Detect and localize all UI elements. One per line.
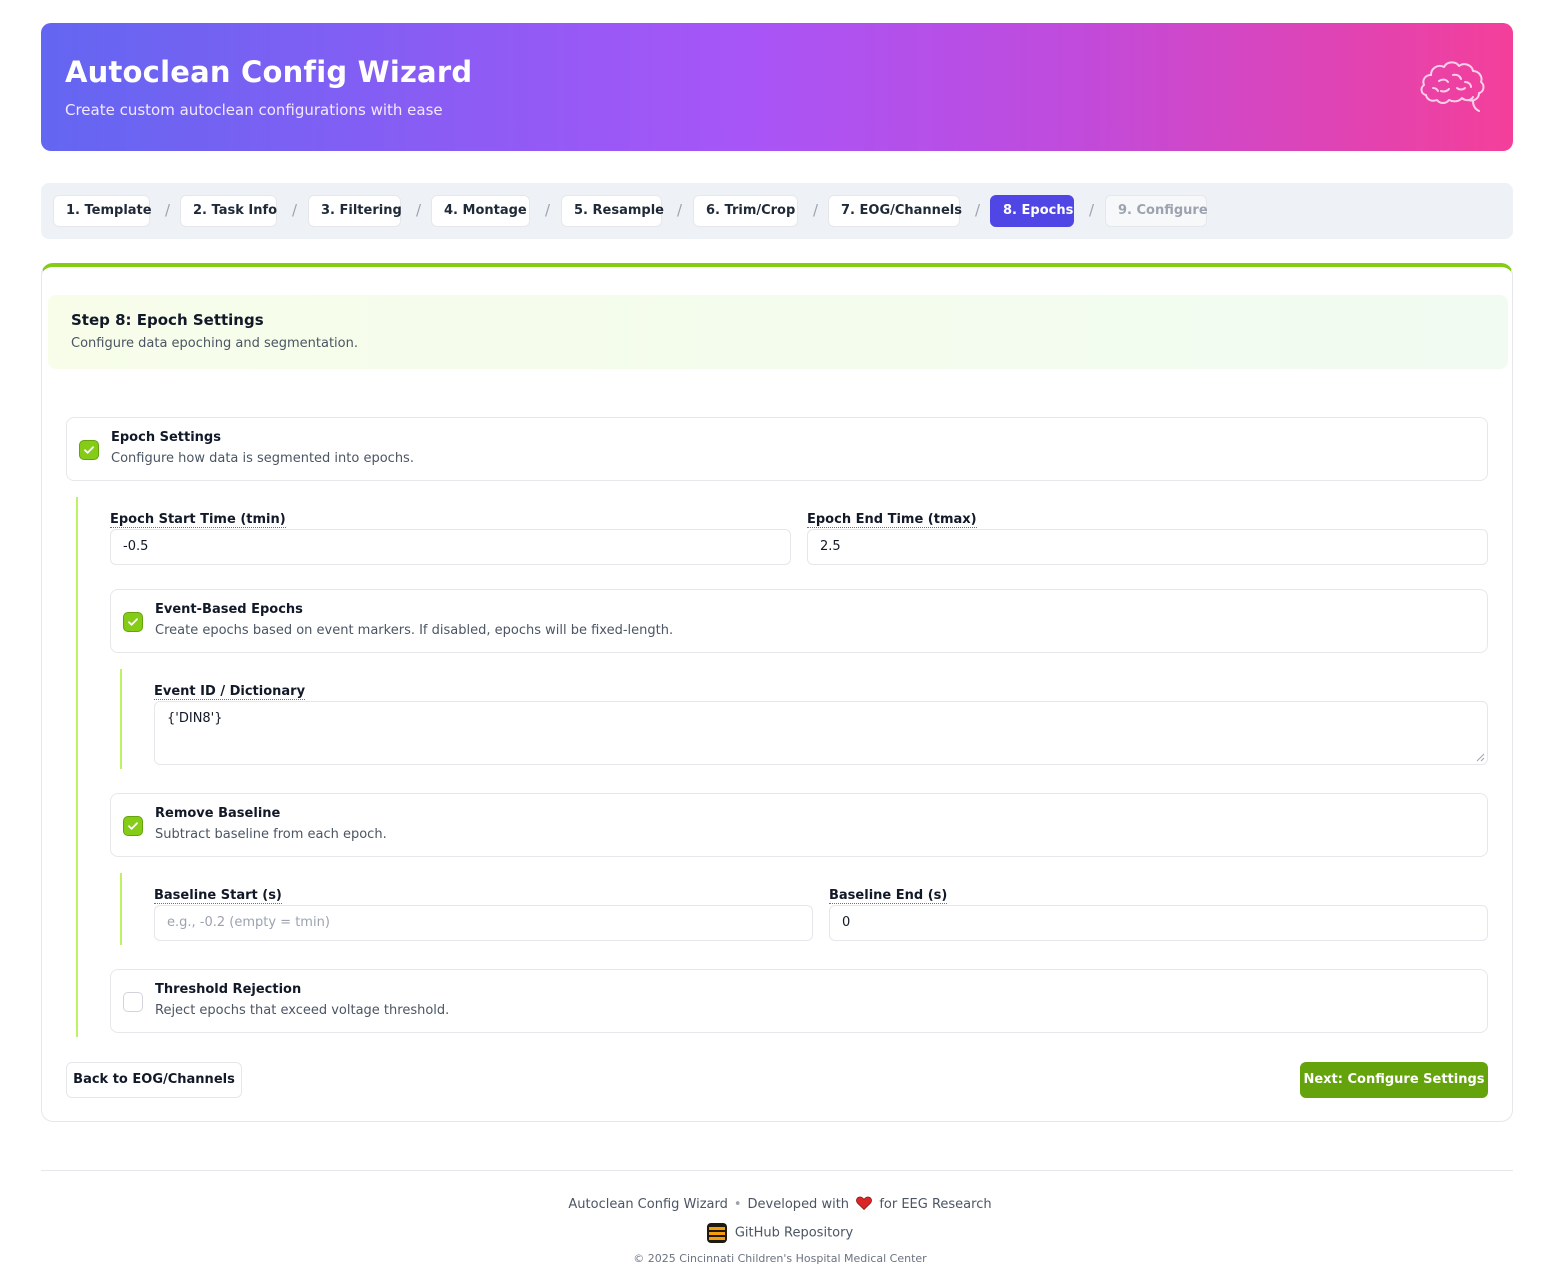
epoch-settings-label: Epoch Settings: [111, 430, 221, 445]
next-button[interactable]: Next: Configure Settings: [1300, 1062, 1488, 1098]
step-epochs[interactable]: 8. Epochs: [990, 195, 1074, 227]
step-montage[interactable]: 4. Montage: [431, 195, 530, 227]
step-task-info[interactable]: 2. Task Info: [180, 195, 277, 227]
step-separator: /: [1089, 201, 1095, 219]
resize-handle-icon[interactable]: [1476, 753, 1485, 762]
step-separator: /: [677, 201, 683, 219]
footer-divider: [41, 1170, 1513, 1171]
threshold-rejection-checkbox[interactable]: [123, 992, 143, 1012]
section-header: Step 8: Epoch Settings Configure data ep…: [48, 295, 1508, 369]
footer-credits: Autoclean Config Wizard • Developed with f…: [568, 1196, 992, 1212]
remove-baseline-label: Remove Baseline: [155, 806, 281, 821]
footer-app-name: Autoclean Config Wizard: [568, 1197, 728, 1212]
check-icon: [84, 446, 94, 454]
app-subtitle: Create custom autoclean configurations w…: [65, 101, 443, 119]
github-link[interactable]: GitHub Repository: [0, 1223, 1560, 1243]
step-separator: /: [416, 201, 422, 219]
github-link-label[interactable]: GitHub Repository: [735, 1226, 853, 1241]
lab-logo-icon: [706, 1223, 727, 1243]
epoch-settings-checkbox[interactable]: [79, 440, 99, 460]
event-id-textarea[interactable]: {'DIN8'}: [154, 701, 1488, 765]
tmin-input[interactable]: -0.5: [110, 529, 791, 565]
step-resample[interactable]: 5. Resample: [561, 195, 664, 227]
threshold-rejection-toggle[interactable]: Threshold Rejection Reject epochs that e…: [110, 969, 1488, 1033]
check-icon: [128, 618, 138, 626]
baseline-end-input[interactable]: 0: [829, 905, 1488, 941]
event-based-label: Event-Based Epochs: [155, 602, 303, 617]
step-separator: /: [292, 201, 298, 219]
tmin-label: Epoch Start Time (tmin): [110, 512, 286, 528]
section-description: Configure data epoching and segmentation…: [71, 336, 358, 351]
remove-baseline-checkbox[interactable]: [123, 816, 143, 836]
step-template[interactable]: 1. Template: [53, 195, 152, 227]
nested-rail: [120, 669, 122, 769]
check-icon: [128, 822, 138, 830]
event-id-label: Event ID / Dictionary: [154, 684, 306, 700]
brain-icon: [1420, 61, 1485, 112]
epoch-settings-toggle[interactable]: Epoch Settings Configure how data is seg…: [66, 417, 1488, 481]
app-title: Autoclean Config Wizard: [65, 55, 473, 89]
step-separator: /: [813, 201, 819, 219]
wizard-steps: 1. Template / 2. Task Info / 3. Filterin…: [41, 183, 1513, 239]
threshold-rejection-label: Threshold Rejection: [155, 982, 302, 997]
event-based-toggle[interactable]: Event-Based Epochs Create epochs based o…: [110, 589, 1488, 653]
step-configure: 9. Configure: [1105, 195, 1208, 227]
remove-baseline-hint: Subtract baseline from each epoch.: [155, 827, 387, 842]
section-title: Step 8: Epoch Settings: [71, 311, 264, 329]
step-separator: /: [165, 201, 171, 219]
baseline-end-label: Baseline End (s): [829, 888, 948, 904]
heart-icon: [856, 1196, 873, 1211]
tmax-input[interactable]: 2.5: [807, 529, 1488, 565]
nested-rail: [120, 873, 122, 945]
step-filtering[interactable]: 3. Filtering: [308, 195, 402, 227]
step-eog-channels[interactable]: 7. EOG/Channels: [828, 195, 962, 227]
back-button[interactable]: Back to EOG/Channels: [66, 1062, 242, 1098]
footer-developed-prefix: Developed with: [747, 1197, 850, 1212]
step-separator: /: [975, 201, 981, 219]
tmax-label: Epoch End Time (tmax): [807, 512, 977, 528]
baseline-start-input[interactable]: e.g., -0.2 (empty = tmin): [154, 905, 813, 941]
step-trim-crop[interactable]: 6. Trim/Crop: [693, 195, 798, 227]
step-separator: /: [545, 201, 551, 219]
epoch-settings-hint: Configure how data is segmented into epo…: [111, 451, 414, 466]
remove-baseline-toggle[interactable]: Remove Baseline Subtract baseline from e…: [110, 793, 1488, 857]
baseline-start-label: Baseline Start (s): [154, 888, 282, 904]
footer-copyright: © 2025 Cincinnati Children's Hospital Me…: [633, 1252, 927, 1265]
event-based-checkbox[interactable]: [123, 612, 143, 632]
event-based-hint: Create epochs based on event markers. If…: [155, 623, 674, 638]
epoch-settings-card: Step 8: Epoch Settings Configure data ep…: [41, 263, 1513, 1122]
footer-developed-suffix: for EEG Research: [879, 1197, 992, 1212]
threshold-rejection-hint: Reject epochs that exceed voltage thresh…: [155, 1003, 450, 1018]
event-id-value: {'DIN8'}: [167, 711, 223, 726]
nested-rail: [76, 497, 78, 1037]
app-header: Autoclean Config Wizard Create custom au…: [41, 23, 1513, 151]
